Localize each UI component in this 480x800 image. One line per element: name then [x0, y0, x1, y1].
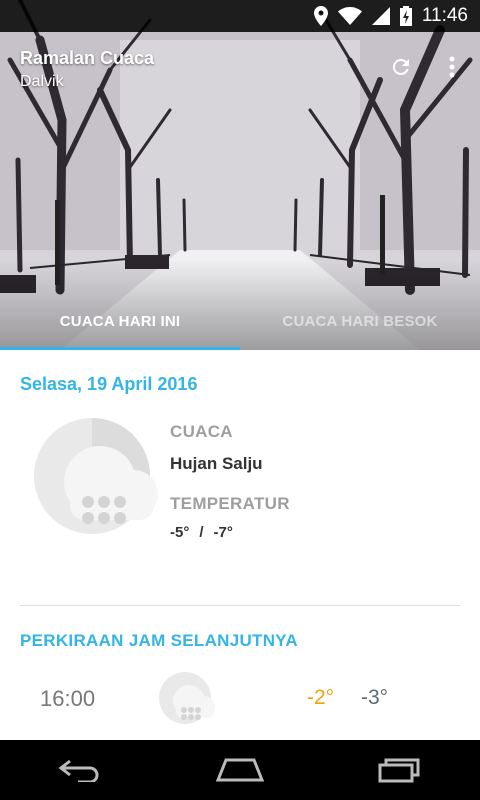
temp-low: -7°	[213, 524, 233, 541]
forecast-max-temp: -2°	[307, 686, 335, 709]
forecast-row[interactable]: 16:00 -2° -3°	[0, 670, 480, 730]
temperature-values: -5° / -7°	[170, 524, 290, 541]
recent-apps-button[interactable]	[355, 740, 445, 800]
refresh-icon	[392, 58, 409, 75]
wifi-icon	[337, 0, 362, 32]
weather-info: CUACA Hujan Salju TEMPERATUR -5° / -7°	[170, 422, 290, 541]
battery-charging-icon	[399, 0, 412, 32]
signal-icon	[371, 0, 390, 32]
snow-cloud-icon	[159, 672, 215, 724]
overflow-menu-icon	[449, 56, 455, 78]
status-bar: 11:46	[0, 0, 480, 32]
temp-separator: /	[199, 524, 204, 541]
back-button[interactable]	[35, 740, 125, 800]
tab-tomorrow[interactable]: CUACA HARI BESOK	[240, 295, 480, 347]
tab-today[interactable]: CUACA HARI INI	[0, 295, 240, 347]
forecast-min-temp: -3°	[361, 686, 389, 709]
overflow-menu-button[interactable]	[440, 52, 464, 82]
home-button[interactable]	[195, 740, 285, 800]
day-tabs: CUACA HARI INI CUACA HARI BESOK	[0, 295, 480, 350]
today-content[interactable]: Selasa, 19 April 2016 CUACA Hujan Salju …	[0, 350, 480, 740]
temp-high: -5°	[170, 524, 190, 541]
weather-value: Hujan Salju	[170, 454, 263, 473]
forecast-time: 16:00	[40, 686, 96, 711]
status-clock: 11:46	[421, 5, 468, 26]
app-toolbar: Ramalan Cuaca Dalvik	[20, 48, 154, 91]
temperature-label: TEMPERATUR	[170, 494, 290, 513]
tab-indicator	[0, 347, 240, 350]
section-divider	[20, 605, 460, 606]
app-title: Ramalan Cuaca	[20, 48, 155, 68]
refresh-button[interactable]	[386, 52, 416, 82]
navigation-bar	[0, 740, 480, 800]
date-heading: Selasa, 19 April 2016	[20, 374, 198, 394]
weather-label: CUACA	[170, 422, 233, 441]
location-icon	[313, 0, 328, 32]
snow-cloud-icon	[34, 418, 158, 534]
recent-apps-icon	[378, 758, 420, 783]
home-icon	[216, 758, 264, 782]
forecast-title: PERKIRAAN JAM SELANJUTNYA	[20, 631, 298, 650]
back-icon	[58, 759, 99, 782]
location-name: Dalvik	[20, 73, 64, 90]
